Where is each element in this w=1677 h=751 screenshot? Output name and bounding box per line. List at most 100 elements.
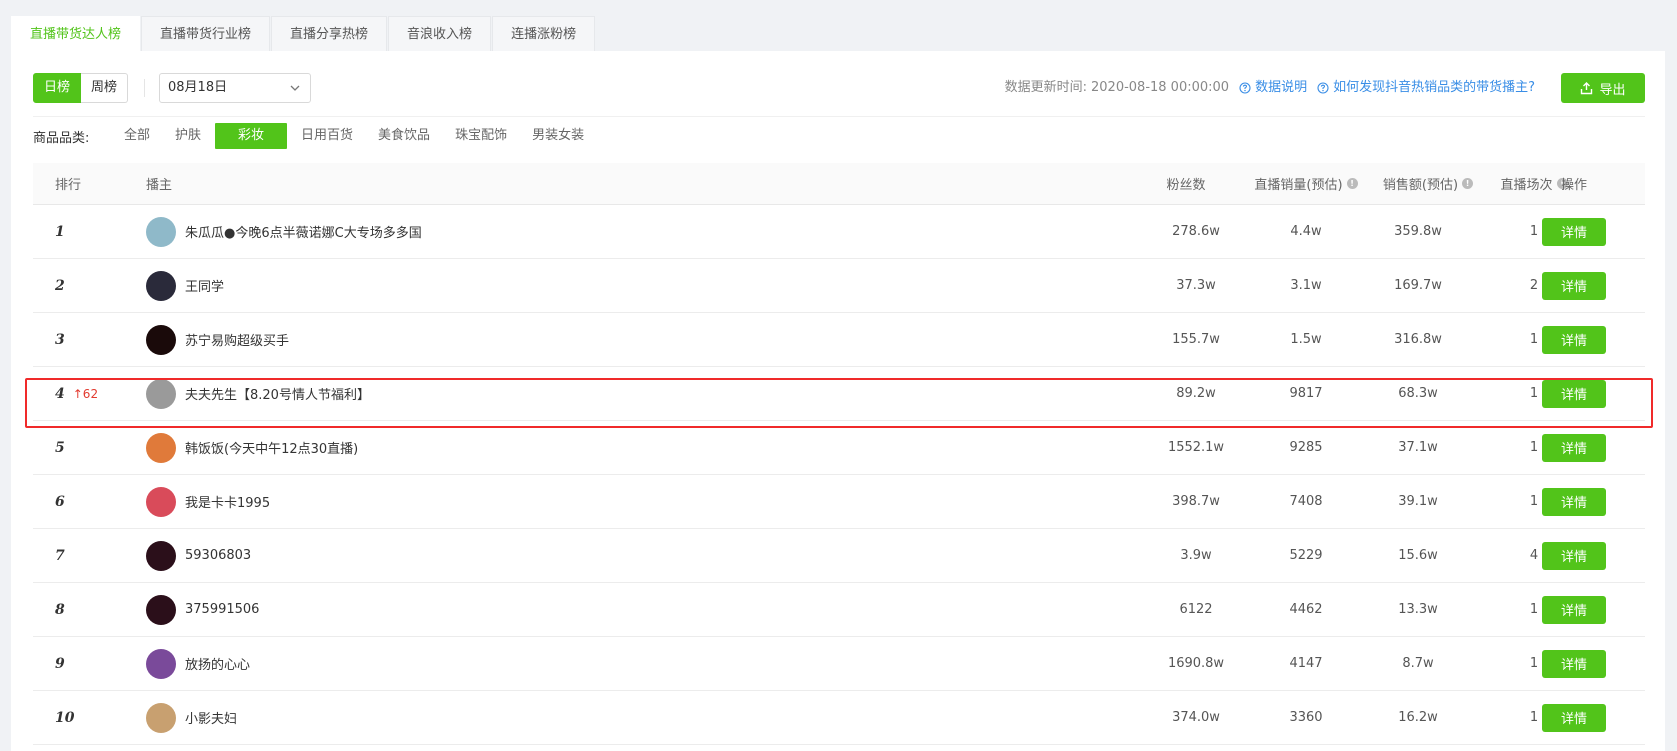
sales-volume: 4462 xyxy=(1289,602,1323,617)
category-item[interactable]: 男装女装 xyxy=(521,123,595,149)
date-select[interactable]: 08月18日 xyxy=(159,73,311,103)
faq-link[interactable]: 如何发现抖音热销品类的带货播主? xyxy=(1317,73,1535,103)
anchor-name[interactable]: 我是卡卡1995 xyxy=(185,492,270,511)
anchor-name[interactable]: 朱瓜瓜●今晚6点半薇诺娜C大专场多多国 xyxy=(185,222,422,241)
category-item[interactable]: 彩妆 xyxy=(215,123,288,149)
avatar[interactable] xyxy=(146,702,176,733)
detail-button[interactable]: 详情 xyxy=(1542,217,1606,246)
anchor-cell[interactable]: 放扬的心心 xyxy=(146,637,250,690)
header-fans-label: 粉丝数 xyxy=(1166,178,1206,193)
header-anchor: 播主 xyxy=(146,178,173,193)
avatar[interactable] xyxy=(146,648,176,679)
avatar[interactable] xyxy=(146,594,176,625)
date-select-value: 08月18日 xyxy=(168,80,228,95)
category-item[interactable]: 日用百货 xyxy=(290,123,364,149)
rank-cell: 5 xyxy=(55,421,73,474)
table-row[interactable]: 1 朱瓜瓜●今晚6点半薇诺娜C大专场多多国 278.6w 4.4w 359.8w 1 详情 xyxy=(33,205,1645,259)
anchor-name[interactable]: 小影夫妇 xyxy=(185,708,237,727)
export-button[interactable]: 导出 xyxy=(1561,73,1645,103)
fans-count: 1690.8w xyxy=(1167,656,1225,671)
rank-cell: 9 xyxy=(55,637,73,690)
update-time-label: 数据更新时间: xyxy=(1004,80,1087,95)
anchor-name[interactable]: 夫夫先生【8.20号情人节福利】 xyxy=(185,384,370,403)
table-row[interactable]: 8 375991506 6122 4462 13.3w 1 详情 xyxy=(33,583,1645,637)
rank-number: 1 xyxy=(55,223,65,240)
anchor-name[interactable]: 59306803 xyxy=(185,548,251,563)
op-cell: 详情 xyxy=(1511,637,1637,690)
detail-button[interactable]: 详情 xyxy=(1542,595,1606,624)
anchor-name[interactable]: 苏宁易购超级买手 xyxy=(185,330,289,349)
op-cell: 详情 xyxy=(1511,583,1637,636)
detail-button[interactable]: 详情 xyxy=(1542,649,1606,678)
day-ranking-button[interactable]: 日榜 xyxy=(33,73,82,103)
tab-0[interactable]: 直播带货达人榜 xyxy=(11,16,141,51)
info-icon[interactable]: ! xyxy=(1346,178,1358,189)
anchor-name[interactable]: 韩饭饭(今天中午12点30直播) xyxy=(185,438,358,457)
rank-number: 7 xyxy=(55,547,65,564)
avatar[interactable] xyxy=(146,486,176,517)
week-ranking-button[interactable]: 周榜 xyxy=(81,73,129,103)
anchor-name[interactable]: 375991506 xyxy=(185,602,259,617)
avatar[interactable] xyxy=(146,324,176,355)
export-label: 导出 xyxy=(1599,82,1626,98)
avatar[interactable] xyxy=(146,216,176,247)
detail-button[interactable]: 详情 xyxy=(1542,703,1606,732)
op-cell: 详情 xyxy=(1511,691,1637,744)
rank-number: 2 xyxy=(55,277,65,294)
anchor-name[interactable]: 放扬的心心 xyxy=(185,654,250,673)
detail-button[interactable]: 详情 xyxy=(1542,379,1606,408)
detail-button[interactable]: 详情 xyxy=(1542,487,1606,516)
rank-number: 8 xyxy=(55,601,65,618)
anchor-cell[interactable]: 朱瓜瓜●今晚6点半薇诺娜C大专场多多国 xyxy=(146,205,422,258)
category-item[interactable]: 全部 xyxy=(113,123,161,149)
data-help-link[interactable]: 数据说明 xyxy=(1239,73,1307,103)
table-row[interactable]: 2 王同学 37.3w 3.1w 169.7w 2 详情 xyxy=(33,259,1645,313)
anchor-cell[interactable]: 夫夫先生【8.20号情人节福利】 xyxy=(146,367,370,420)
category-item[interactable]: 护肤 xyxy=(164,123,212,149)
tab-3[interactable]: 音浪收入榜 xyxy=(388,16,492,51)
table-row[interactable]: 7 59306803 3.9w 5229 15.6w 4 详情 xyxy=(33,529,1645,583)
detail-button[interactable]: 详情 xyxy=(1542,433,1606,462)
anchor-cell[interactable]: 王同学 xyxy=(146,259,224,312)
header-volume-label: 直播销量(预估) xyxy=(1254,178,1343,193)
rank-cell: 3 xyxy=(55,313,73,366)
avatar[interactable] xyxy=(146,432,176,463)
category-item[interactable]: 珠宝配饰 xyxy=(444,123,518,149)
tab-1[interactable]: 直播带货行业榜 xyxy=(141,16,271,51)
avatar[interactable] xyxy=(146,270,176,301)
header-fans[interactable]: 粉丝数 xyxy=(1123,163,1249,204)
header-volume[interactable]: 直播销量(预估)! xyxy=(1243,163,1369,204)
table-row[interactable]: 9 放扬的心心 1690.8w 4147 8.7w 1 详情 xyxy=(33,637,1645,691)
anchor-cell[interactable]: 小影夫妇 xyxy=(146,691,237,744)
question-circle-icon xyxy=(1239,82,1251,94)
anchor-cell[interactable]: 我是卡卡1995 xyxy=(146,475,270,528)
avatar[interactable] xyxy=(146,540,176,571)
rank-cell: 7 xyxy=(55,529,73,582)
tab-4[interactable]: 连播涨粉榜 xyxy=(492,16,596,51)
detail-button[interactable]: 详情 xyxy=(1542,271,1606,300)
tab-2[interactable]: 直播分享热榜 xyxy=(271,16,388,51)
detail-button[interactable]: 详情 xyxy=(1542,325,1606,354)
sales-amount: 169.7w xyxy=(1394,278,1442,293)
info-icon[interactable]: ! xyxy=(1462,178,1474,189)
table-row[interactable]: 5 韩饭饭(今天中午12点30直播) 1552.1w 9285 37.1w 1 详情 xyxy=(33,421,1645,475)
detail-button[interactable]: 详情 xyxy=(1542,541,1606,570)
anchor-cell[interactable]: 韩饭饭(今天中午12点30直播) xyxy=(146,421,358,474)
table-row[interactable]: 6 我是卡卡1995 398.7w 7408 39.1w 1 详情 xyxy=(33,475,1645,529)
table-row[interactable]: 3 苏宁易购超级买手 155.7w 1.5w 316.8w 1 详情 xyxy=(33,313,1645,367)
anchor-cell[interactable]: 苏宁易购超级买手 xyxy=(146,313,289,366)
question-circle-icon xyxy=(1317,82,1329,94)
anchor-name[interactable]: 王同学 xyxy=(185,276,224,295)
header-op: 操作 xyxy=(1560,178,1587,193)
rank-cell: 4 ↑62 xyxy=(55,367,98,420)
category-item[interactable]: 美食饮品 xyxy=(367,123,441,149)
table-row[interactable]: 4 ↑62 夫夫先生【8.20号情人节福利】 89.2w 9817 68.3w 1 详情 xyxy=(33,367,1645,421)
fans-count: 155.7w xyxy=(1172,332,1220,347)
anchor-cell[interactable]: 59306803 xyxy=(146,529,251,582)
avatar[interactable] xyxy=(146,378,176,409)
table-row[interactable]: 10 小影夫妇 374.0w 3360 16.2w 1 详情 xyxy=(33,691,1645,745)
op-cell: 详情 xyxy=(1511,475,1637,528)
fans-count: 89.2w xyxy=(1176,386,1216,401)
category-list: 全部 护肤 彩妆 日用百货 美食饮品 珠宝配饰 男装女装 xyxy=(113,123,598,149)
anchor-cell[interactable]: 375991506 xyxy=(146,583,259,636)
